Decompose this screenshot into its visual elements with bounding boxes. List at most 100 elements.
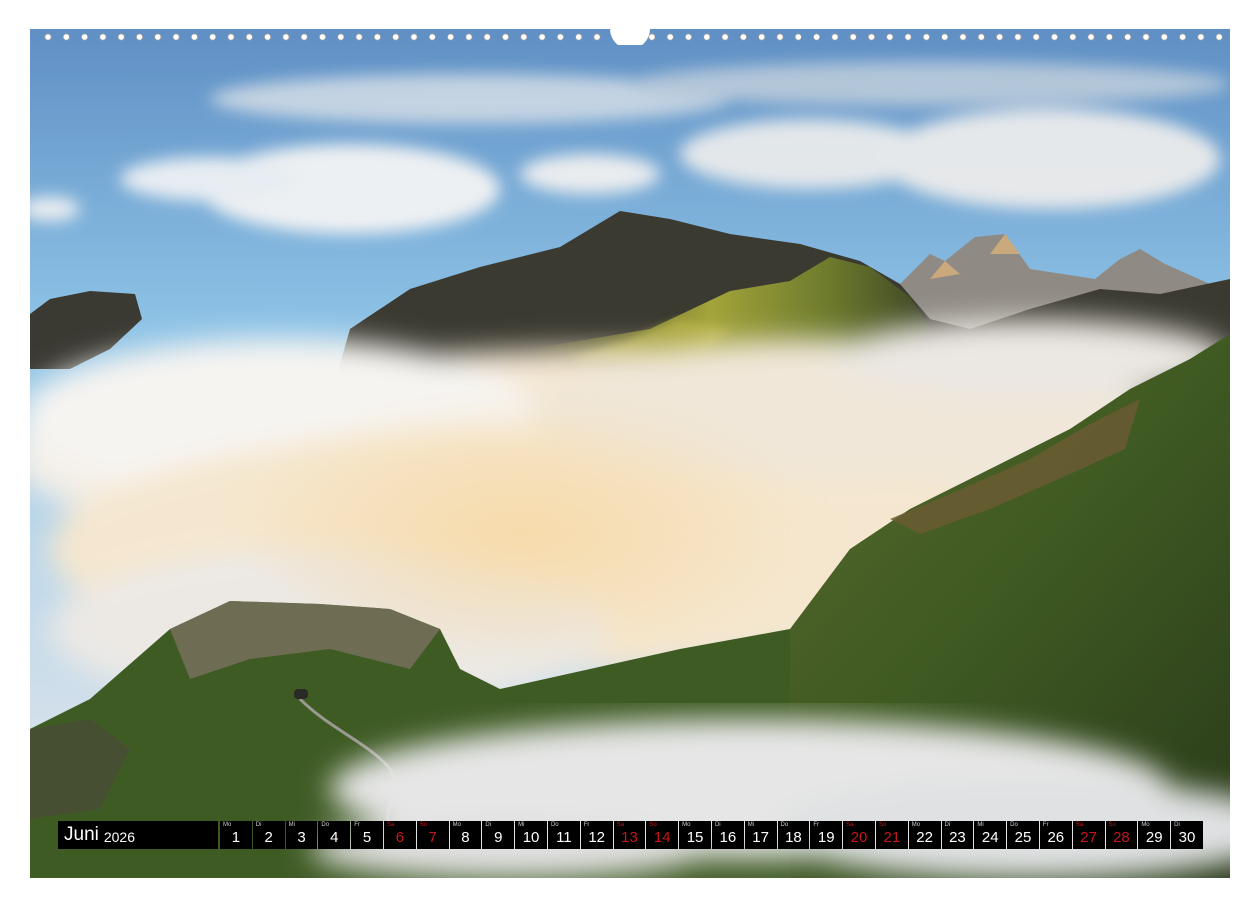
binding-hole xyxy=(520,33,528,41)
day-number: 24 xyxy=(981,829,999,846)
binding-hole xyxy=(465,33,473,41)
mountain-scene xyxy=(30,29,1230,878)
binding-hole xyxy=(1160,33,1168,41)
weekday-abbr: Di xyxy=(255,822,262,828)
weekday-abbr: So xyxy=(419,822,428,828)
day-cell: Mi 10 xyxy=(515,821,547,849)
day-number: 6 xyxy=(395,829,405,846)
weekday-abbr: So xyxy=(1108,822,1116,828)
binding-hole xyxy=(739,33,748,41)
binding-hole xyxy=(172,33,180,41)
calendar-strip: Juni 2026 Mo 1 Di 2 Mi 3 Do 4 Fr 5 Sa 6 So 7 Mo 8 Di 9 Mi 1… xyxy=(58,821,1203,849)
binding-hole xyxy=(556,33,565,41)
day-cell: Sa 13 xyxy=(613,821,646,849)
weekday-abbr: Di xyxy=(1174,822,1180,828)
binding-hole xyxy=(959,33,967,41)
day-number: 4 xyxy=(330,829,339,846)
day-cell: Di 23 xyxy=(941,821,974,849)
binding-hole xyxy=(44,33,52,41)
binding-hole xyxy=(318,33,327,41)
weekday-abbr: Sa xyxy=(846,822,854,828)
weekday-abbr: Mo xyxy=(911,822,921,828)
weekday-abbr: Mi xyxy=(288,822,295,828)
binding-hole xyxy=(1124,33,1132,41)
binding-hole xyxy=(977,33,985,41)
day-cell: Mo 8 xyxy=(449,821,482,849)
hanger-notch xyxy=(610,29,650,45)
binding-hole xyxy=(758,33,766,41)
binding-hole xyxy=(1142,33,1150,41)
day-cell: Do 25 xyxy=(1007,821,1039,849)
day-cell: Mi 3 xyxy=(285,821,318,849)
binding-hole xyxy=(80,33,89,41)
day-number: 17 xyxy=(752,829,769,846)
binding-hole xyxy=(776,33,784,41)
weekday-abbr: Di xyxy=(485,822,492,828)
day-cells: Mo 1 Di 2 Mi 3 Do 4 Fr 5 Sa 6 So 7 Mo 8 Di 9 Mi 10 Do 11 Fr 12 S… xyxy=(220,821,1203,849)
day-number: 22 xyxy=(916,829,933,846)
binding-hole xyxy=(922,33,931,41)
weekday-abbr: Fr xyxy=(583,822,590,828)
binding-hole xyxy=(703,33,711,41)
day-cell: So 28 xyxy=(1105,821,1138,849)
binding-hole xyxy=(62,33,70,41)
weekday-abbr: Di xyxy=(714,822,721,828)
binding-hole xyxy=(300,33,308,41)
day-cell: Di 16 xyxy=(711,821,744,849)
day-cell: So 14 xyxy=(646,821,679,849)
day-cell: Di 9 xyxy=(482,821,515,849)
day-number: 20 xyxy=(850,829,868,846)
weekday-abbr: Mo xyxy=(452,822,461,828)
binding-hole xyxy=(886,33,894,41)
day-cell: Do 11 xyxy=(547,821,580,849)
binding-hole xyxy=(538,33,546,41)
day-cell: Mi 24 xyxy=(974,821,1007,849)
binding-hole xyxy=(1197,33,1205,41)
binding-hole xyxy=(135,33,144,41)
day-cell: Mo 15 xyxy=(679,821,711,849)
weekday-abbr: Do xyxy=(780,822,789,828)
day-number: 25 xyxy=(1014,829,1032,846)
weekday-abbr: Fr xyxy=(813,822,820,828)
day-cell: Sa 27 xyxy=(1072,821,1105,849)
day-cell: Di 30 xyxy=(1171,821,1203,849)
day-number: 21 xyxy=(883,829,901,846)
binding-hole xyxy=(575,33,583,41)
weekday-abbr: Mo xyxy=(223,822,232,828)
day-number: 10 xyxy=(522,829,540,846)
day-cell: Fr 19 xyxy=(810,821,843,849)
binding-hole xyxy=(373,33,381,41)
binding-hole xyxy=(831,33,839,41)
day-number: 14 xyxy=(653,829,671,846)
binding-hole xyxy=(812,33,821,41)
binding-hole xyxy=(1087,33,1095,41)
day-number: 16 xyxy=(719,829,737,846)
binding-hole xyxy=(1105,33,1114,41)
binding-hole xyxy=(648,33,656,41)
day-number: 15 xyxy=(686,829,704,846)
binding-hole xyxy=(355,33,363,41)
binding-hole xyxy=(392,33,400,41)
day-number: 8 xyxy=(461,829,470,846)
binding-hole xyxy=(501,33,510,41)
weekday-abbr: Mi xyxy=(747,822,755,828)
binding-holes xyxy=(44,29,1223,45)
weekday-abbr: Do xyxy=(321,822,330,828)
day-number: 3 xyxy=(297,829,306,846)
weekday-abbr: Fr xyxy=(1042,822,1049,828)
weekday-abbr: Sa xyxy=(616,822,624,828)
binding-hole xyxy=(245,33,253,41)
binding-hole xyxy=(264,33,272,41)
binding-hole xyxy=(794,33,802,41)
binding-hole xyxy=(1032,33,1040,41)
binding-hole xyxy=(410,33,418,41)
day-number: 9 xyxy=(494,829,503,846)
binding-hole xyxy=(1179,33,1187,41)
binding-hole xyxy=(337,33,345,41)
day-cell: Sa 20 xyxy=(843,821,875,849)
day-cell: Do 18 xyxy=(777,821,810,849)
binding-hole xyxy=(154,33,162,41)
day-number: 2 xyxy=(264,829,273,846)
day-number: 26 xyxy=(1047,829,1065,846)
binding-hole xyxy=(1014,33,1022,41)
